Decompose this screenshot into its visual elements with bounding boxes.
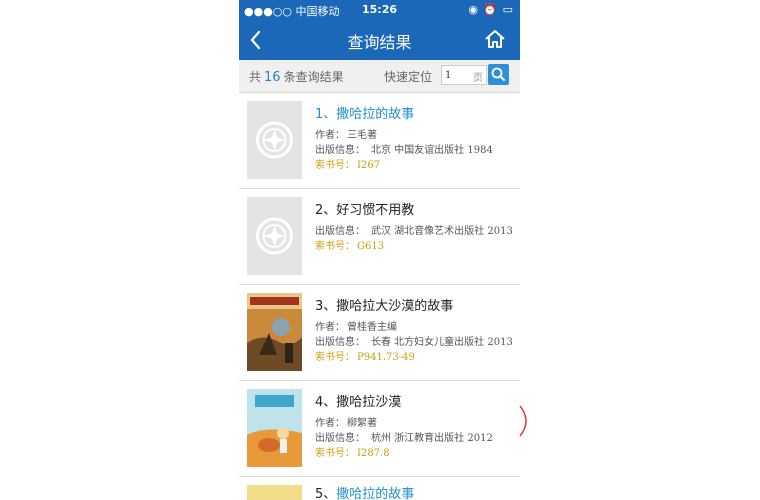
result-list: 1、撒哈拉的故事 作者： 三毛著 出版信息： 北京 中国友谊出版社 1984 索书号…	[239, 93, 520, 500]
results-toolbar: 共16条查询结果 快速定位 页	[239, 60, 520, 93]
book-cover-image	[247, 485, 302, 500]
page-input-box: 页	[441, 65, 487, 85]
result-item[interactable]: 2、好习惯不用教 出版信息： 武汉 湖北音像艺术出版社 2013 索书号： G613	[239, 189, 520, 285]
call-number-line: 索书号： P941.73-49	[315, 352, 415, 363]
result-item[interactable]: 5、撒哈拉的故事	[239, 477, 520, 500]
library-logo-icon	[247, 101, 302, 179]
search-icon	[491, 67, 505, 81]
jump-search-button[interactable]	[488, 64, 509, 85]
quick-jump-label: 快速定位	[384, 70, 433, 84]
status-icons: ◉ ⏰ ▭	[468, 3, 514, 16]
book-title[interactable]: 1、撒哈拉的故事	[315, 103, 414, 122]
publication-line: 出版信息： 武汉 湖北音像艺术出版社 2013	[315, 226, 513, 237]
call-number-line: 索书号： G613	[315, 241, 385, 252]
author-line: 作者： 三毛著	[315, 130, 377, 141]
book-title[interactable]: 5、撒哈拉的故事	[315, 483, 414, 500]
author-line: 作者： 柳絮著	[315, 418, 377, 429]
phone-screen: ●●●○○ 中国移动 15:26 ◉ ⏰ ▭ 查询结果 共 16 条查询结果 快速定…	[239, 0, 520, 500]
result-item[interactable]: 1、撒哈拉的故事 作者： 三毛著 出版信息： 北京 中国友谊出版社 1984 索书号…	[239, 93, 520, 189]
cover-illustration	[247, 389, 302, 467]
scroll-hint-arc	[519, 405, 527, 437]
call-number-line: 索书号： I267	[315, 160, 381, 171]
result-item[interactable]: 4、撒哈拉沙漠 作者： 柳絮著 出版信息： 杭州 浙江教育出版社 2012 索书号：…	[239, 381, 520, 477]
publication-line: 出版信息： 杭州 浙江教育出版社 2012	[315, 433, 493, 444]
book-title[interactable]: 3、撒哈拉大沙漠的故事	[315, 295, 453, 314]
publication-line: 出版信息： 长春 北方妇女儿童出版社 2013	[315, 337, 513, 348]
nav-bar: 查询结果	[239, 20, 520, 60]
page-number-input[interactable]	[445, 68, 471, 82]
count-prefix: 共	[249, 70, 262, 84]
cover-illustration	[247, 293, 302, 371]
book-cover-image	[247, 293, 302, 371]
publication-line: 出版信息： 北京 中国友谊出版社 1984	[315, 145, 493, 156]
count-suffix: 条查询结果	[283, 70, 344, 84]
status-bar: ●●●○○ 中国移动 15:26 ◉ ⏰ ▭	[239, 0, 520, 20]
book-title[interactable]: 4、撒哈拉沙漠	[315, 391, 401, 410]
book-title[interactable]: 2、好习惯不用教	[315, 199, 414, 218]
placeholder-cover	[247, 101, 302, 179]
home-button[interactable]	[484, 28, 506, 50]
placeholder-cover	[247, 197, 302, 275]
page-title: 查询结果	[347, 33, 412, 52]
result-count: 共 16 条查询结果	[249, 68, 344, 85]
call-number-line: 索书号： I287.8	[315, 448, 390, 459]
home-icon	[485, 30, 505, 48]
count-number: 16	[264, 70, 281, 85]
book-cover-image	[247, 389, 302, 467]
author-line: 作者： 曾桂香主编	[315, 322, 397, 333]
page-unit: 页	[473, 73, 483, 84]
library-logo-icon	[247, 197, 302, 275]
result-item[interactable]: 3、撒哈拉大沙漠的故事 作者： 曾桂香主编 出版信息： 长春 北方妇女儿童出版社 2…	[239, 285, 520, 381]
